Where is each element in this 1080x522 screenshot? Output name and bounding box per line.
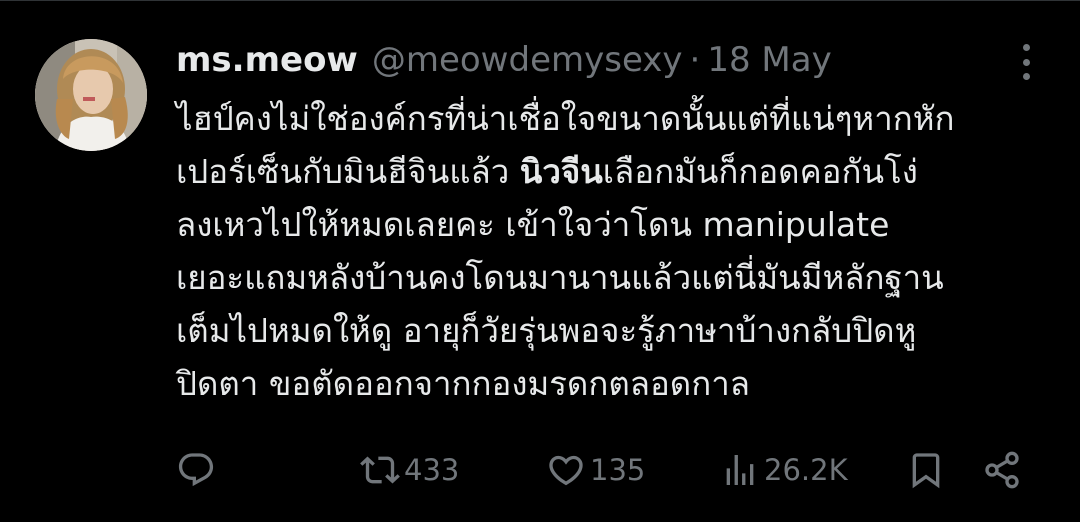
tweet-line: เปอร์เซ็นกับมินฮีจินแล้ว นิวจีนเลือกมันก… — [176, 145, 1046, 198]
tweet-line: ลงเหวไปให้หมดเลยคะ เข้าใจว่าโดน manipula… — [176, 198, 1046, 251]
text-segment: ปิดตา ขอตัดออกจากกองมรดกตลอดกาล — [176, 364, 750, 403]
separator-dot: · — [689, 40, 701, 80]
text-segment: เลือกมันก็กอดคอกันโง่ — [602, 152, 918, 191]
retweet-icon — [360, 456, 400, 484]
text-segment: เยอะแถมหลังบ้านคงโดนมานานแล้วแต่นี่มันมี… — [176, 258, 944, 297]
text-segment: ไฮป์คงไม่ใช่องค์กรที่น่าเชื่อใจขนาดนั้นแ… — [176, 99, 955, 138]
tweet-card[interactable]: ms.meow @meowdemysexy · 18 May ไฮป์คงไม่… — [0, 0, 1080, 522]
text-segment: ลงเหวไปให้หมดเลยคะ เข้าใจว่าโดน manipula… — [176, 205, 890, 244]
like-count: 135 — [590, 453, 646, 487]
bookmark-button[interactable] — [906, 446, 946, 494]
views-icon — [726, 455, 754, 485]
like-button[interactable]: 135 — [546, 446, 645, 494]
display-name[interactable]: ms.meow — [176, 40, 358, 80]
tweet-header: ms.meow @meowdemysexy · 18 May — [176, 36, 832, 84]
bookmark-icon — [912, 453, 940, 489]
text-segment: เปอร์เซ็นกับมินฮีจินแล้ว — [176, 152, 520, 191]
views-count: 26.2K — [764, 453, 848, 487]
more-dot — [1022, 58, 1030, 66]
action-bar: 433 135 26.2K — [176, 446, 1036, 494]
views-button[interactable]: 26.2K — [720, 446, 848, 494]
more-dot — [1022, 44, 1030, 51]
reply-button[interactable] — [176, 446, 216, 494]
avatar[interactable] — [35, 39, 147, 151]
retweet-count: 433 — [404, 453, 460, 487]
user-handle[interactable]: @meowdemysexy — [372, 40, 683, 80]
more-options-icon[interactable] — [1016, 44, 1036, 80]
retweet-button[interactable]: 433 — [360, 446, 459, 494]
avatar-image — [35, 39, 147, 151]
tweet-line: ไฮป์คงไม่ใช่องค์กรที่น่าเชื่อใจขนาดนั้นแ… — [176, 92, 1046, 145]
share-icon — [985, 451, 1019, 489]
tweet-date[interactable]: 18 May — [707, 40, 831, 80]
tweet-line: เยอะแถมหลังบ้านคงโดนมานานแล้วแต่นี่มันมี… — [176, 251, 1046, 304]
tweet-line: ปิดตา ขอตัดออกจากกองมรดกตลอดกาล — [176, 357, 1046, 410]
bold-text-segment: นิวจีน — [519, 152, 603, 191]
share-button[interactable] — [982, 446, 1022, 494]
heart-icon — [549, 455, 583, 486]
reply-icon — [178, 453, 214, 487]
divider — [0, 0, 1080, 1]
tweet-text: ไฮป์คงไม่ใช่องค์กรที่น่าเชื่อใจขนาดนั้นแ… — [176, 92, 1046, 410]
text-segment: เต็มไปหมดให้ดู อายุก็วัยรุ่นพอจะรู้ภาษาบ… — [176, 311, 917, 350]
more-dot — [1022, 73, 1030, 80]
tweet-line: เต็มไปหมดให้ดู อายุก็วัยรุ่นพอจะรู้ภาษาบ… — [176, 304, 1046, 357]
